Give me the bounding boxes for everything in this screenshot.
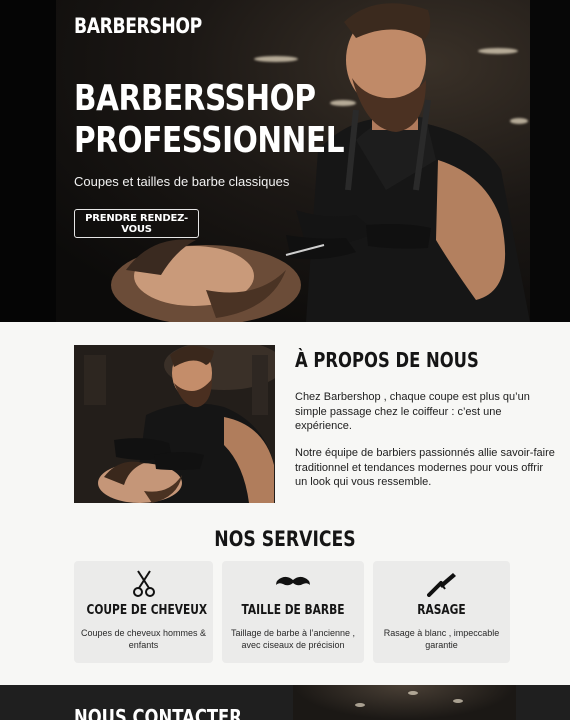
hero-subtitle: Coupes et tailles de barbe classiques <box>74 174 290 189</box>
service-title: COUPE DE CHEVEUX <box>86 603 208 618</box>
services-title: NOS SERVICES <box>214 527 356 551</box>
mustache-icon <box>222 569 364 597</box>
service-title: TAILLE DE BARBE <box>241 603 345 618</box>
hero-left-shade <box>0 0 56 322</box>
brand-logo[interactable]: BARBERSHOP <box>74 14 202 38</box>
contact-title: NOUS CONTACTER <box>74 705 242 720</box>
about-barber-photo <box>74 345 275 503</box>
service-description: Coupes de cheveux hommes & enfants <box>80 628 207 650</box>
hero-title: BARBERSSHOP PROFESSIONNEL <box>74 78 345 162</box>
service-card-haircut[interactable]: COUPE DE CHEVEUX Coupes de cheveux homme… <box>74 561 213 663</box>
service-card-beard[interactable]: TAILLE DE BARBE Taillage de barbe à l’an… <box>222 561 364 663</box>
service-description: Taillage de barbe à l’ancienne , avec ci… <box>230 628 356 650</box>
hero-title-line1: BARBERSSHOP <box>74 78 316 119</box>
ceiling-lamp <box>408 691 418 695</box>
service-description: Rasage à blanc , impeccable garantie <box>383 628 500 650</box>
ceiling-lamp <box>355 703 365 707</box>
ceiling-lamp <box>453 699 463 703</box>
contact-shop-photo <box>293 685 516 720</box>
about-title: À PROPOS DE NOUS <box>295 348 479 372</box>
hero-title-line2: PROFESSIONNEL <box>74 120 345 161</box>
service-card-shave[interactable]: RASAGE Rasage à blanc , impeccable garan… <box>373 561 510 663</box>
hero-section: BARBERSHOP BARBERSSHOP PROFESSIONNEL Cou… <box>0 0 570 322</box>
book-appointment-button[interactable]: PRENDRE RENDEZ-VOUS <box>74 209 199 238</box>
scissors-icon <box>74 569 213 597</box>
landing-page: BARBERSHOP BARBERSSHOP PROFESSIONNEL Cou… <box>0 0 570 720</box>
razor-icon <box>373 569 510 597</box>
service-title: RASAGE <box>417 603 466 618</box>
hero-right-shade <box>530 0 570 322</box>
about-paragraph: Notre équipe de barbiers passionnés alli… <box>295 447 555 488</box>
about-paragraph: Chez Barbershop , chaque coupe est plus … <box>295 391 530 432</box>
